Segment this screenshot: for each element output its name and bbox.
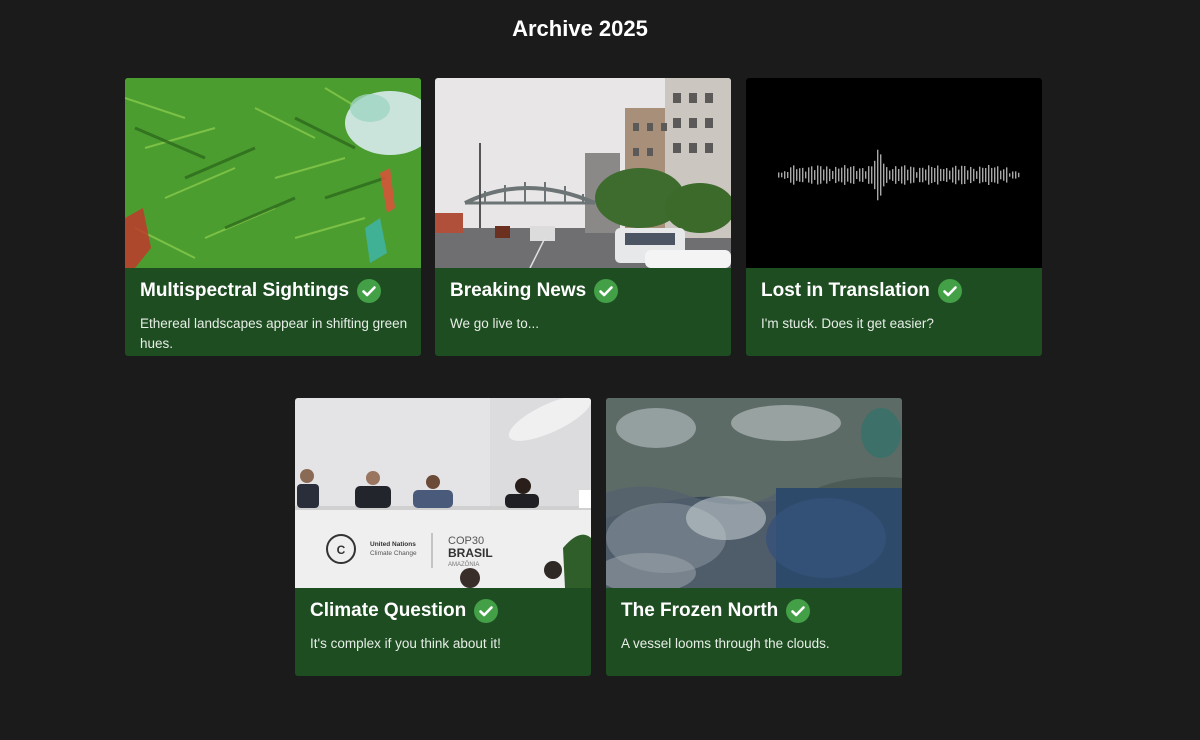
audio-waveform-image bbox=[746, 78, 1042, 268]
unfccc-line1: United Nations bbox=[370, 541, 416, 548]
card-title: Multispectral Sightings bbox=[140, 280, 350, 301]
card-description: I'm stuck. Does it get easier? bbox=[761, 316, 934, 331]
unfccc-line2: Climate Change bbox=[370, 550, 417, 557]
card-title: Climate Question bbox=[310, 600, 467, 621]
press-conference-image: C United Nations Climate Change COP30 BR… bbox=[295, 398, 591, 588]
card-title: The Frozen North bbox=[621, 600, 779, 621]
card-climate-question[interactable]: C United Nations Climate Change COP30 BR… bbox=[295, 398, 591, 676]
check-circle-icon bbox=[786, 599, 811, 623]
cop-line2: BRASIL bbox=[448, 546, 493, 560]
card-breaking-news[interactable]: Breaking News We go live to... bbox=[435, 78, 731, 356]
card-lost-in-translation[interactable]: Lost in Translation I'm stuck. Does it g… bbox=[746, 78, 1042, 356]
check-circle-icon bbox=[474, 599, 499, 623]
city-street-image bbox=[435, 78, 731, 268]
card-description: A vessel looms through the clouds. bbox=[621, 636, 830, 651]
svg-text:C: C bbox=[337, 543, 346, 557]
card-the-frozen-north[interactable]: The Frozen North A vessel looms through … bbox=[606, 398, 902, 676]
archive-page: Archive 2025 Multispectral Sightings Eth… bbox=[0, 0, 1200, 740]
check-circle-icon bbox=[357, 279, 382, 303]
page-title: Archive 2025 bbox=[512, 16, 648, 41]
check-circle-icon bbox=[937, 279, 962, 303]
card-title: Lost in Translation bbox=[761, 280, 930, 301]
cop-line3: AMAZÔNIA bbox=[448, 561, 479, 568]
card-description: Ethereal landscapes appear in shifting g… bbox=[140, 316, 408, 351]
check-circle-icon bbox=[594, 279, 619, 303]
multispectral-foliage-image bbox=[125, 78, 421, 268]
satellite-ice-image bbox=[606, 398, 902, 588]
card-title: Breaking News bbox=[450, 280, 587, 301]
card-description: We go live to... bbox=[450, 316, 540, 331]
card-description: It's complex if you think about it! bbox=[310, 636, 501, 651]
card-multispectral-sightings[interactable]: Multispectral Sightings Ethereal landsca… bbox=[125, 78, 421, 356]
